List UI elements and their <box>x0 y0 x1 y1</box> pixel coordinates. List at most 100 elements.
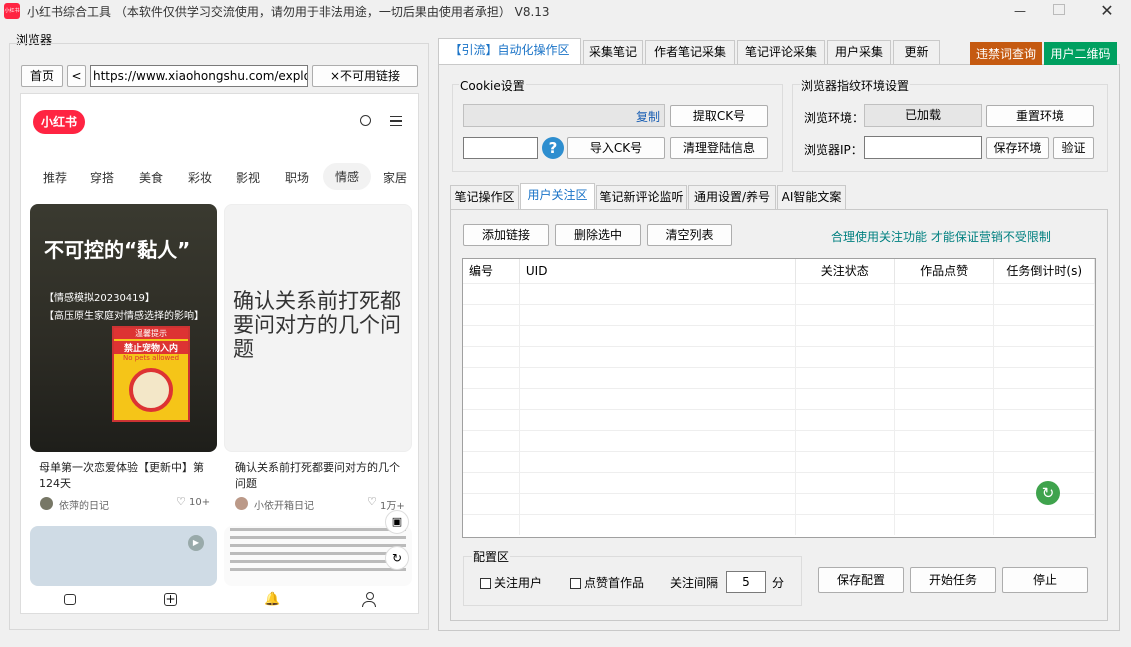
heart-icon[interactable]: ♡ <box>176 495 186 508</box>
video-play-icon: ▶ <box>188 535 204 551</box>
table-row[interactable] <box>463 345 1095 367</box>
table-row[interactable] <box>463 513 1095 535</box>
table-cell <box>795 429 895 451</box>
env-status: 已加载 <box>864 104 982 127</box>
image-icon[interactable]: ▣ <box>385 510 409 534</box>
table-cell <box>795 492 895 514</box>
save-env-button[interactable]: 保存环境 <box>986 137 1049 159</box>
table-row[interactable] <box>463 324 1095 346</box>
col-header-follow-status[interactable]: 关注状态 <box>795 259 895 283</box>
verify-button[interactable]: 验证 <box>1053 137 1094 159</box>
profile-icon[interactable] <box>366 592 374 600</box>
ip-input[interactable] <box>864 136 982 159</box>
clear-login-button[interactable]: 清理登陆信息 <box>670 137 768 159</box>
maximize-icon[interactable] <box>1053 4 1065 15</box>
card-caption[interactable]: 确认关系前打死都要问对方的几个问题 <box>235 460 400 492</box>
tab-note-comments[interactable]: 笔记评论采集 <box>737 40 825 64</box>
table-row[interactable] <box>463 366 1095 388</box>
bell-icon[interactable]: 🔔 <box>264 592 280 607</box>
ip-label: 浏览器IP： <box>804 143 863 157</box>
note-card-image[interactable]: 不可控的“黏人” 【情感模拟20230419】 【高压原生家庭对情感选择的影响】… <box>30 204 217 452</box>
table-row[interactable] <box>463 282 1095 304</box>
tab-user-follow[interactable]: 用户关注区 <box>520 183 595 209</box>
table-row[interactable] <box>463 492 1095 514</box>
home-icon[interactable] <box>64 594 76 605</box>
user-qrcode-button[interactable]: 用户二维码 <box>1044 42 1117 66</box>
back-button[interactable]: < <box>67 65 86 87</box>
tab-update[interactable]: 更新 <box>893 40 940 64</box>
extract-ck-button[interactable]: 提取CK号 <box>670 105 768 127</box>
help-icon[interactable]: ? <box>542 137 564 159</box>
checkbox-box[interactable] <box>480 578 491 589</box>
heart-icon[interactable]: ♡ <box>367 495 377 508</box>
interval-input[interactable]: 5 <box>726 571 766 593</box>
note-card-image[interactable]: 确认关系前打死都要问对方的几个问题 <box>224 204 412 452</box>
col-header-countdown[interactable]: 任务倒计时(s) <box>993 259 1095 283</box>
checkbox-box[interactable] <box>570 578 581 589</box>
col-header-likes[interactable]: 作品点赞 <box>894 259 995 283</box>
nav-item[interactable]: 影视 <box>236 169 260 186</box>
note-card-image[interactable]: ▶ <box>30 526 217 586</box>
table-row[interactable] <box>463 408 1095 430</box>
tab-collect-notes[interactable]: 采集笔记 <box>583 40 643 64</box>
avatar <box>40 497 53 510</box>
refresh-icon[interactable]: ↻ <box>385 546 409 570</box>
home-button[interactable]: 首页 <box>21 65 63 87</box>
table-cell <box>463 513 520 535</box>
clear-list-button[interactable]: 清空列表 <box>647 224 732 246</box>
table-cell <box>993 282 1095 304</box>
start-task-button[interactable]: 开始任务 <box>910 567 996 593</box>
card-caption[interactable]: 母单第一次恋爱体验【更新中】第124天 <box>39 460 214 492</box>
tab-auto-operation[interactable]: 【引流】自动化操作区 <box>438 38 581 64</box>
banned-words-button[interactable]: 违禁词查询 <box>970 42 1042 66</box>
url-input[interactable]: https://www.xiaohongshu.com/explore <box>90 65 308 87</box>
tab-note-operation[interactable]: 笔记操作区 <box>450 185 519 209</box>
reset-env-button[interactable]: 重置环境 <box>986 105 1094 127</box>
table-row[interactable] <box>463 450 1095 472</box>
follow-user-checkbox[interactable]: 关注用户 <box>480 574 542 591</box>
table-cell <box>463 303 520 325</box>
save-config-button[interactable]: 保存配置 <box>818 567 904 593</box>
close-icon[interactable]: ✕ <box>1090 0 1124 22</box>
nav-item[interactable]: 职场 <box>285 169 309 186</box>
col-header-index[interactable]: 编号 <box>463 259 520 283</box>
nav-item[interactable]: 美食 <box>139 169 163 186</box>
add-icon[interactable]: + <box>164 593 177 606</box>
user-table[interactable]: 编号 UID 关注状态 作品点赞 任务倒计时(s) <box>462 258 1096 538</box>
ck-input[interactable] <box>463 137 538 159</box>
tab-collect-users[interactable]: 用户采集 <box>827 40 891 64</box>
disabled-link-button[interactable]: ×不可用链接 <box>312 65 418 87</box>
delete-selected-button[interactable]: 删除选中 <box>555 224 641 246</box>
col-header-uid[interactable]: UID <box>519 259 796 283</box>
search-icon[interactable] <box>360 115 371 126</box>
nav-item[interactable]: 彩妆 <box>188 169 212 186</box>
nav-item-active[interactable]: 情感 <box>323 163 372 190</box>
add-link-button[interactable]: 添加链接 <box>463 224 549 246</box>
table-row[interactable] <box>463 429 1095 451</box>
tab-author-notes[interactable]: 作者笔记采集 <box>645 40 735 64</box>
card-author[interactable]: 小依开箱日记 <box>254 497 314 512</box>
import-ck-button[interactable]: 导入CK号 <box>567 137 665 159</box>
minimize-icon[interactable]: — <box>1000 0 1040 22</box>
note-card-image[interactable] <box>224 526 412 586</box>
table-row[interactable] <box>463 387 1095 409</box>
table-row[interactable] <box>463 471 1095 493</box>
tab-ai-copywriting[interactable]: AI智能文案 <box>777 185 846 209</box>
nav-item[interactable]: 推荐 <box>43 169 67 186</box>
copy-link[interactable]: 复制 <box>636 108 660 125</box>
tab-comment-monitor[interactable]: 笔记新评论监听 <box>596 185 687 209</box>
table-cell <box>894 324 995 346</box>
xhs-logo[interactable]: 小红书 <box>33 110 85 134</box>
nav-item[interactable]: 穿搭 <box>90 169 114 186</box>
card-author[interactable]: 依萍的日记 <box>59 497 109 512</box>
like-first-checkbox[interactable]: 点赞首作品 <box>570 574 644 591</box>
tab-general-settings[interactable]: 通用设置/养号 <box>688 185 776 209</box>
stop-button[interactable]: 停止 <box>1002 567 1088 593</box>
table-cell <box>519 513 796 535</box>
table-cell <box>519 303 796 325</box>
refresh-icon[interactable]: ↻ <box>1036 481 1060 505</box>
table-cell <box>795 324 895 346</box>
table-row[interactable] <box>463 303 1095 325</box>
table-cell <box>993 450 1095 472</box>
nav-item[interactable]: 家居 <box>383 169 407 186</box>
